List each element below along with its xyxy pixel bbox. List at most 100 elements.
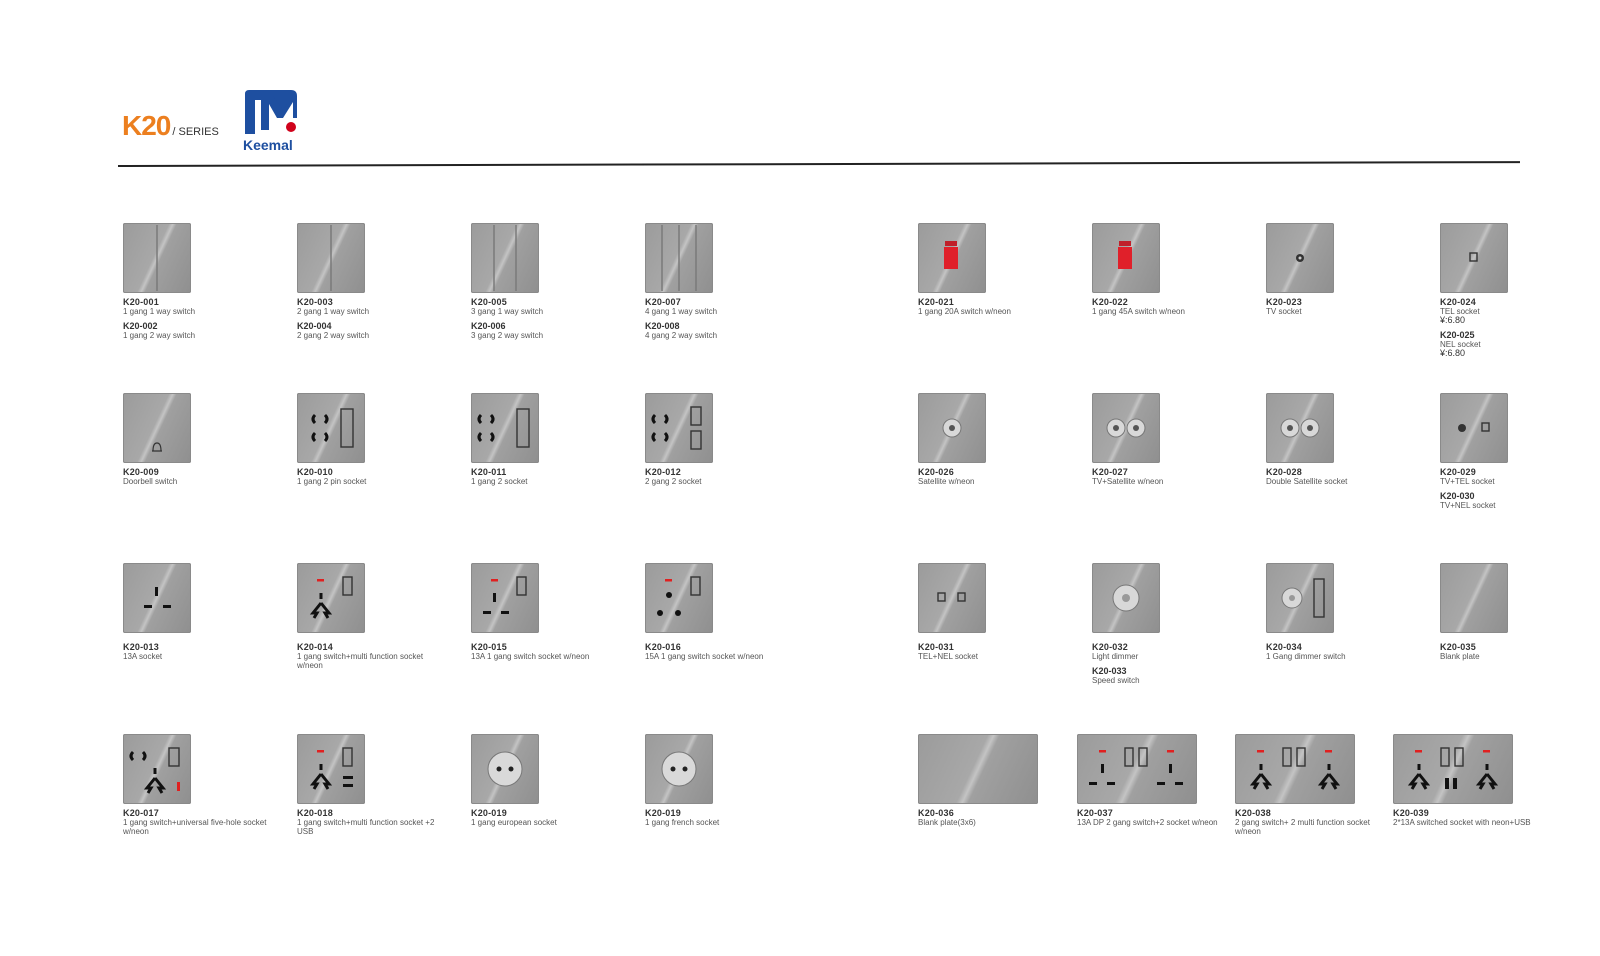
product-description: 4 gang 2 way switch [645, 331, 718, 340]
product-caption: K20-031 TEL+NEL socket [918, 642, 1068, 662]
product-description: 4 gang 1 way switch [645, 307, 718, 316]
product-code: K20-013 [123, 642, 159, 652]
product-code: K20-037 [1077, 808, 1113, 818]
product-caption: K20-014 1 gang switch+multi function sock… [297, 642, 447, 671]
product-code: K20-016 [645, 642, 681, 652]
product-caption: K20-016 15A 1 gang switch socket w/neon [645, 642, 795, 662]
bell-icon [123, 393, 191, 463]
schuko-socket-icon [471, 734, 539, 804]
four-pin-socket-icon [471, 393, 539, 463]
product-caption: K20-039 2*13A switched socket with neon+U… [1393, 808, 1543, 828]
product-description: 1 gang 20A switch w/neon [918, 307, 1011, 316]
product-code: K20-015 [471, 642, 507, 652]
product-description: 1 gang 2 socket [471, 477, 528, 486]
product-description: Blank plate [1440, 652, 1480, 661]
product-code: K20-022 [1092, 297, 1128, 307]
product-description: Light dimmer [1092, 652, 1139, 661]
product-caption: K20-013 13A socket [123, 642, 273, 662]
tel-nel-icon [918, 563, 986, 633]
product-description: 3 gang 2 way switch [471, 331, 544, 340]
product-caption: K20-003 2 gang 1 way switch K20-004 2 gang … [297, 297, 447, 341]
product-description: 2 gang 2 way switch [297, 331, 370, 340]
product-code: K20-008 [645, 321, 680, 331]
product-description: 13A socket [123, 652, 163, 661]
product-code: K20-033 [1092, 666, 1127, 676]
red-rocker-icon [1092, 223, 1160, 293]
product-caption: K20-009 Doorbell switch [123, 467, 273, 487]
product-code: K20-003 [297, 297, 333, 307]
product-description: Double Satellite socket [1266, 477, 1348, 486]
product-code: K20-019 [471, 808, 507, 818]
product-code: K20-014 [297, 642, 333, 652]
product-description: 1 gang 45A switch w/neon [1092, 307, 1185, 316]
product-code: K20-018 [297, 808, 333, 818]
product-code: K20-005 [471, 297, 507, 307]
product-description: 3 gang 1 way switch [471, 307, 544, 316]
product-description: TEL+NEL socket [918, 652, 978, 661]
double-multi-socket-icon [1235, 734, 1355, 804]
product-description: 1 gang 2 pin socket [297, 477, 367, 486]
product-description: 13A DP 2 gang switch+2 socket w/neon [1077, 818, 1218, 827]
product-code: K20-034 [1266, 642, 1302, 652]
product-description: TV+NEL socket [1440, 501, 1496, 510]
product-code: K20-024 [1440, 297, 1476, 307]
product-code: K20-012 [645, 467, 681, 477]
product-caption: K20-019 1 gang european socket [471, 808, 621, 828]
product-caption: K20-011 1 gang 2 socket [471, 467, 621, 487]
product-code: K20-021 [918, 297, 954, 307]
usb-socket-icon [297, 734, 365, 804]
product-code: K20-017 [123, 808, 159, 818]
product-price: ¥:6.80 [1440, 315, 1466, 325]
product-code: K20-002 [123, 321, 158, 331]
product-description: 2 gang 1 way switch [297, 307, 370, 316]
product-description: 2 gang switch+ 2 multi function socket w… [1235, 818, 1370, 836]
product-description: 1 gang european socket [471, 818, 557, 827]
french-socket-icon [645, 734, 713, 804]
uk-switch-socket-icon [471, 563, 539, 633]
product-description: TV+TEL socket [1440, 477, 1495, 486]
uk-socket-icon [123, 563, 191, 633]
product-code: K20-032 [1092, 642, 1128, 652]
product-description: 1 gang french socket [645, 818, 720, 827]
triple-rocker-icon [471, 223, 539, 293]
product-description: 1 gang 2 way switch [123, 331, 196, 340]
product-description: Blank plate(3x6) [918, 818, 976, 827]
product-caption: K20-007 4 gang 1 way switch K20-008 4 gang … [645, 297, 795, 341]
product-price: ¥:6.80 [1440, 348, 1466, 358]
product-code: K20-011 [471, 467, 507, 477]
product-code: K20-029 [1440, 467, 1476, 477]
tv-tel-icon [1440, 393, 1508, 463]
dimmer-switch-icon [1266, 563, 1334, 633]
double-uk-socket-icon [1077, 734, 1197, 804]
product-description: Speed switch [1092, 676, 1140, 685]
product-caption: K20-029 TV+TEL socket K20-030 TV+NEL socket [1440, 467, 1590, 511]
product-caption: K20-012 2 gang 2 socket [645, 467, 795, 487]
four-pin-two-switch-icon [645, 393, 713, 463]
product-code: K20-004 [297, 321, 332, 331]
product-code: K20-009 [123, 467, 159, 477]
product-caption: K20-027 TV+Satellite w/neon [1092, 468, 1242, 487]
product-description: 2 gang 2 socket [645, 477, 702, 486]
product-caption: K20-001 1 gang 1 way switch K20-002 1 gang … [123, 298, 273, 341]
double-satellite-icon [1266, 393, 1334, 463]
product-description: 1 gang switch+multi function socket +2 U… [297, 818, 435, 836]
product-code: K20-039 [1393, 808, 1429, 818]
product-caption: K20-036 Blank plate(3x6) [918, 809, 1068, 828]
double-rocker-icon [297, 223, 365, 293]
product-caption: K20-018 1 gang switch+multi function sock… [297, 808, 447, 837]
tv-satellite-icon [1092, 393, 1160, 463]
product-caption: K20-035 Blank plate [1440, 643, 1590, 662]
multi-socket-icon [297, 563, 365, 633]
product-description: TV+Satellite w/neon [1092, 477, 1164, 486]
product-description: 13A 1 gang switch socket w/neon [471, 652, 590, 661]
product-caption: K20-019 1 gang french socket [645, 808, 795, 828]
product-code: K20-031 [918, 642, 954, 652]
round-pin-socket-icon [645, 563, 713, 633]
product-caption: K20-024 TEL socket ¥:6.80 K20-025 NEL socket… [1440, 298, 1590, 358]
product-code: K20-007 [645, 297, 681, 307]
product-description: 1 Gang dimmer switch [1266, 652, 1346, 661]
product-caption: K20-037 13A DP 2 gang switch+2 socket w/n… [1077, 808, 1227, 828]
wide-blank-plate-icon [918, 734, 1038, 804]
product-code: K20-026 [918, 467, 954, 477]
product-code: K20-019 [645, 808, 681, 818]
